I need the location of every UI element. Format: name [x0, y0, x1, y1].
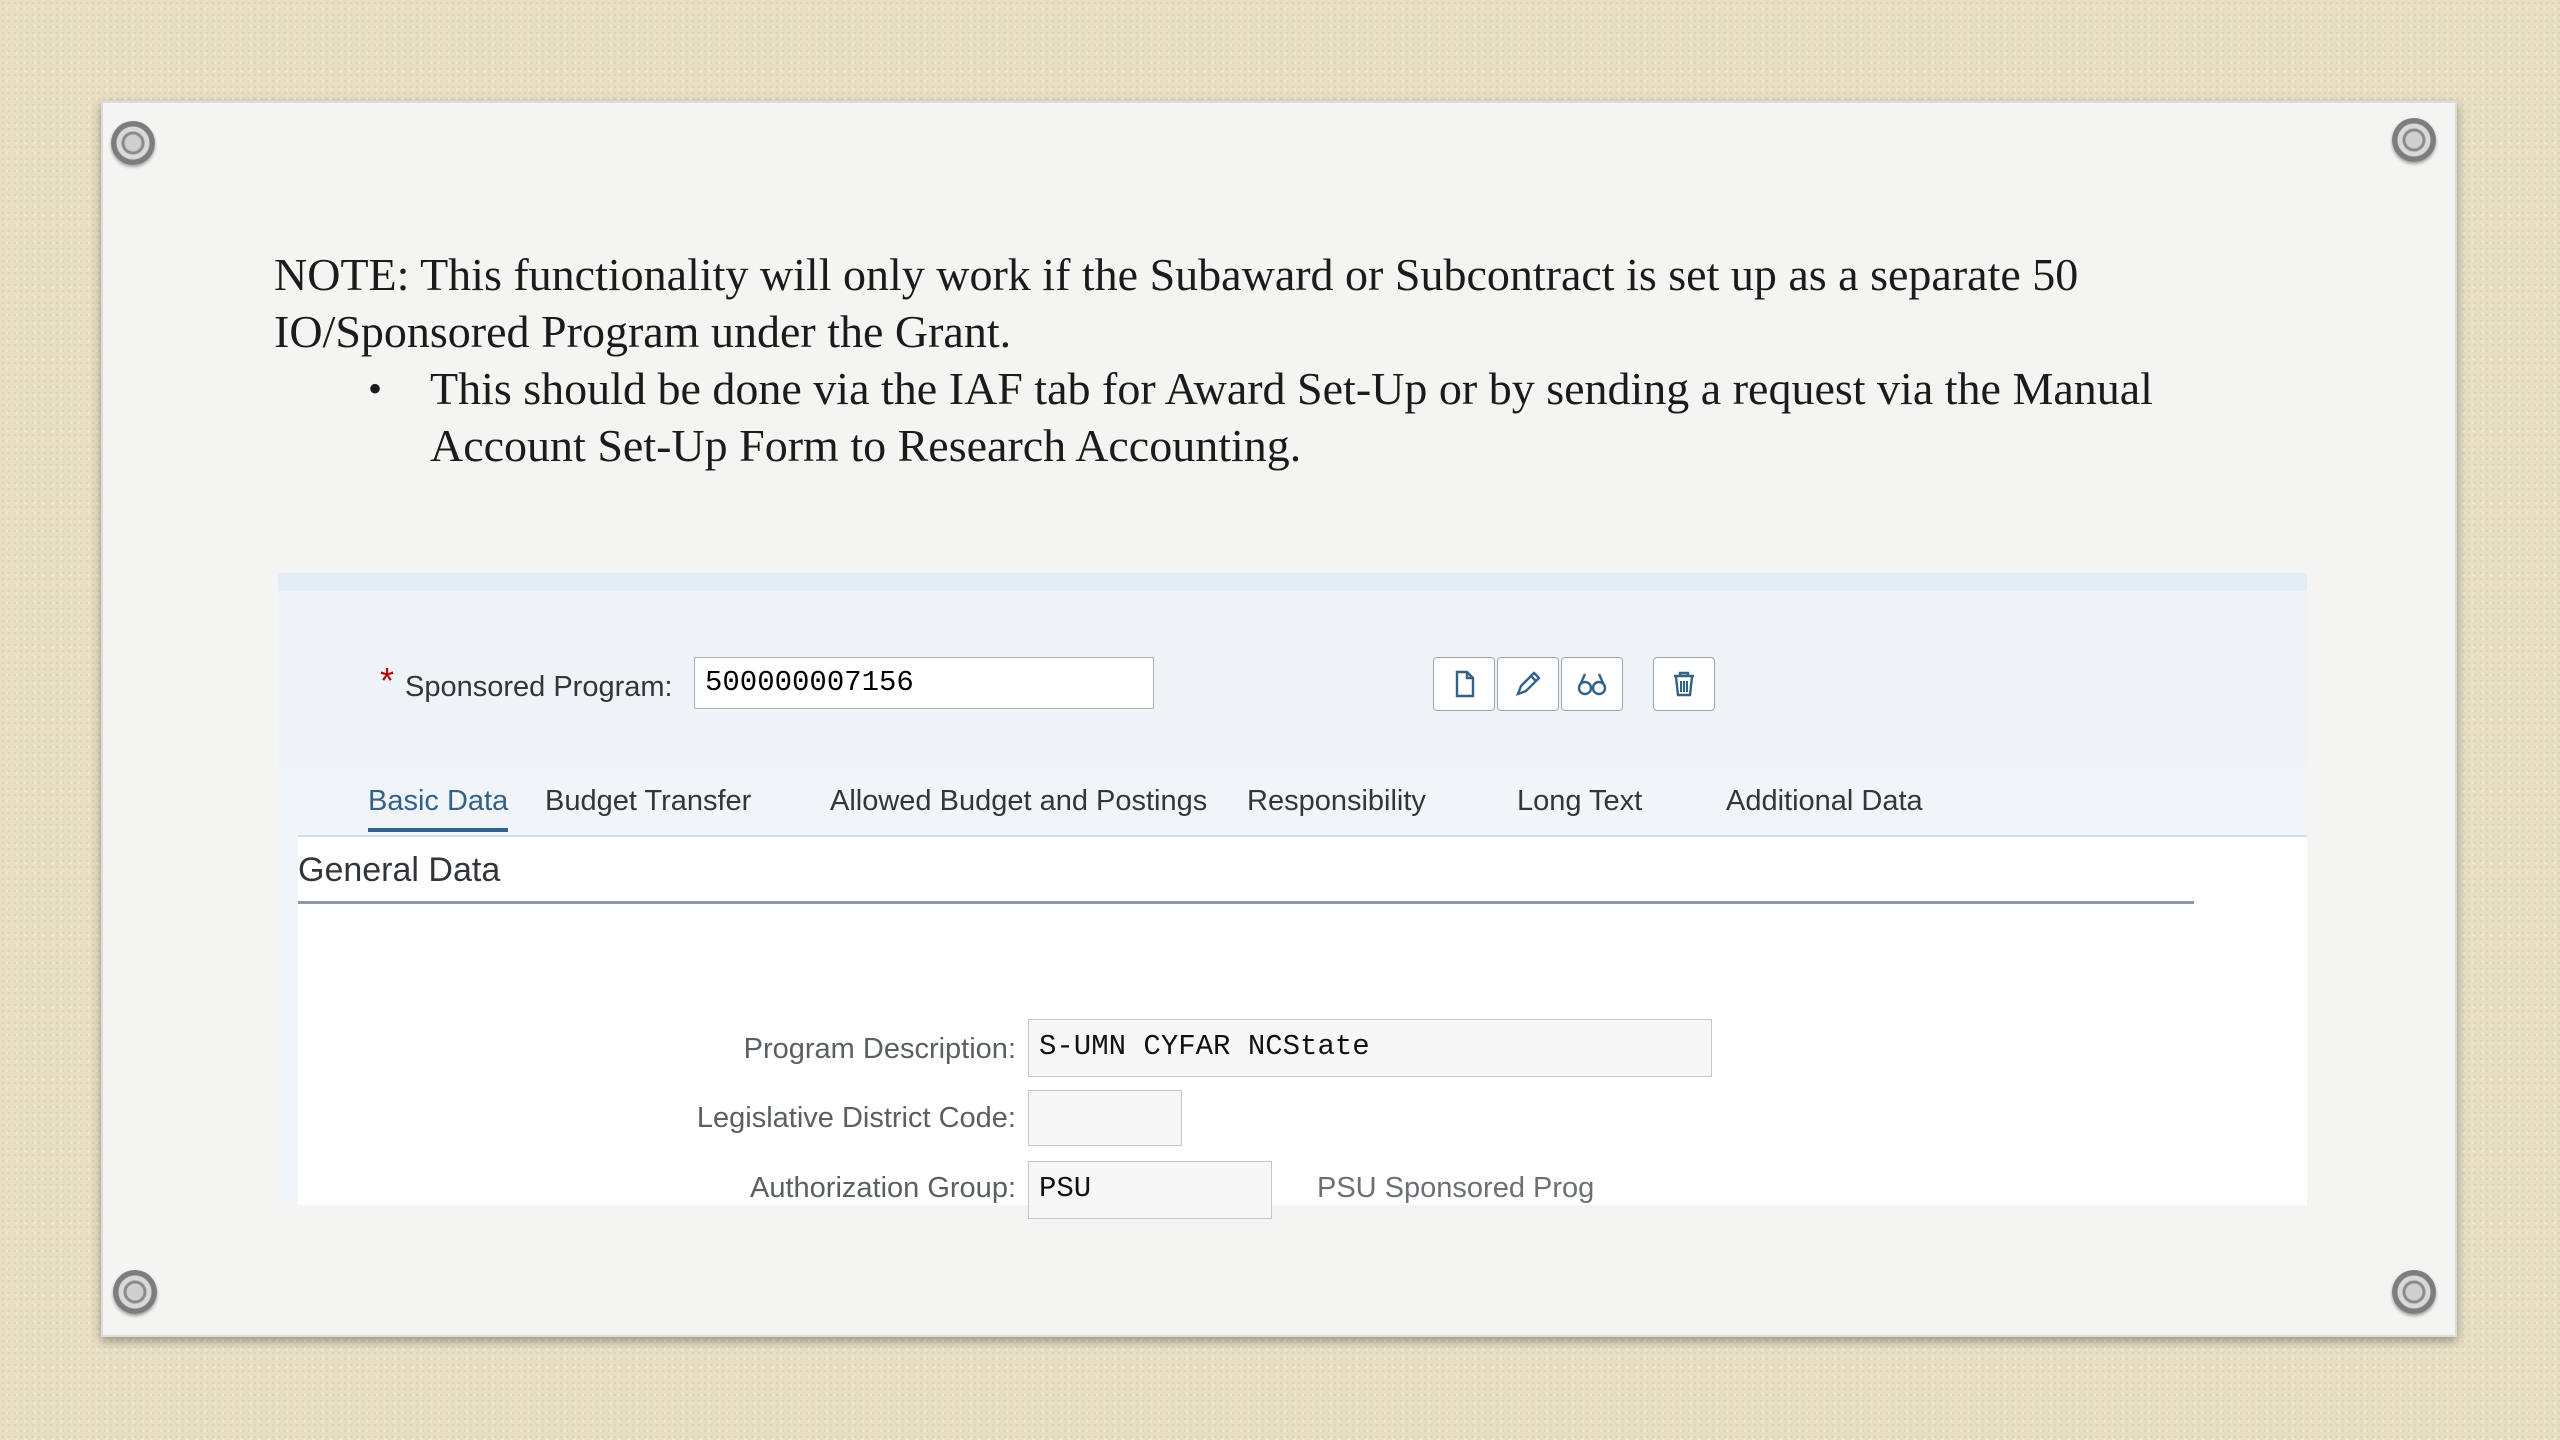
tab-long-text[interactable]: Long Text [1517, 785, 1642, 828]
bullet-text: This should be done via the IAF tab for … [430, 363, 2153, 471]
sap-panel: * Sponsored Program: 500000007156 Basic … [278, 573, 2307, 1219]
edit-icon [1515, 671, 1541, 697]
tab-allowed-budget-and-postings[interactable]: Allowed Budget and Postings [830, 785, 1207, 828]
screw-top-right-icon [2392, 118, 2436, 162]
header-area: * Sponsored Program: 500000007156 [278, 591, 2307, 767]
bullet-symbol: • [368, 366, 383, 411]
delete-icon [1674, 671, 1694, 697]
section-title: General Data [298, 851, 501, 889]
slide-board: NOTE: This functionality will only work … [101, 101, 2457, 1337]
legislative-district-field[interactable] [1028, 1090, 1182, 1146]
authorization-group-field[interactable]: PSU [1028, 1161, 1272, 1219]
required-marker: * [380, 660, 395, 701]
note-text: NOTE: This functionality will only work … [274, 246, 2264, 474]
screw-top-left-icon [111, 121, 155, 165]
tab-bar: Basic Data Budget Transfer Allowed Budge… [298, 767, 2307, 837]
edit-button[interactable] [1497, 657, 1559, 711]
create-icon [1455, 670, 1475, 698]
sponsored-program-input[interactable]: 500000007156 [694, 657, 1154, 709]
display-icon [1577, 673, 1607, 696]
program-description-label: Program Description: [743, 1033, 1016, 1065]
display-button[interactable] [1561, 657, 1623, 711]
legislative-district-label: Legislative District Code: [696, 1102, 1016, 1134]
section-divider [298, 901, 2194, 904]
authorization-group-label: Authorization Group: [750, 1172, 1016, 1204]
program-description-field[interactable]: S-UMN CYFAR NCState [1028, 1019, 1712, 1077]
create-button[interactable] [1433, 657, 1495, 711]
content-area: Basic Data Budget Transfer Allowed Budge… [298, 767, 2307, 1219]
note-line: NOTE: This functionality will only work … [274, 249, 2079, 357]
delete-button[interactable] [1653, 657, 1715, 711]
tab-additional-data[interactable]: Additional Data [1726, 785, 1923, 828]
note-bullet: • This should be done via the IAF tab fo… [368, 360, 2264, 474]
panel-top-bar [278, 573, 2307, 591]
screw-bottom-right-icon [2392, 1270, 2436, 1314]
tab-responsibility[interactable]: Responsibility [1247, 785, 1426, 828]
authorization-group-description: PSU Sponsored Prog [1317, 1172, 1595, 1204]
tab-basic-data[interactable]: Basic Data [368, 785, 509, 832]
screw-bottom-left-icon [113, 1270, 157, 1314]
sponsored-program-label: Sponsored Program: [405, 671, 673, 703]
tab-budget-transfer[interactable]: Budget Transfer [545, 785, 751, 828]
